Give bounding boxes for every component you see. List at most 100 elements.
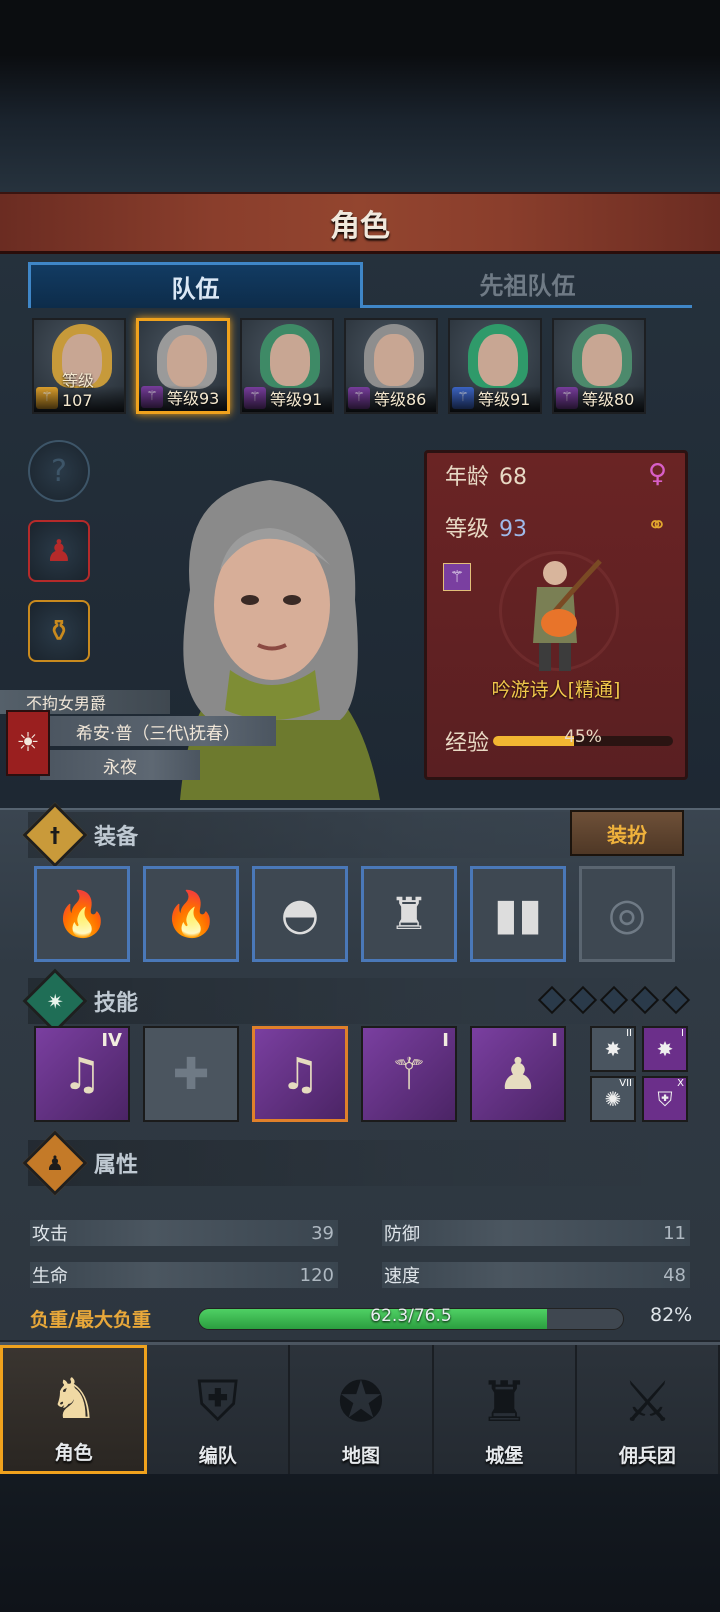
member-level: 等级107 <box>34 371 124 412</box>
hp-stat: 生命 120 <box>30 1262 338 1288</box>
face <box>582 334 622 386</box>
skill-glyph: ♟ <box>498 1048 538 1100</box>
member-level: 等级86 <box>346 386 436 412</box>
face <box>167 335 207 387</box>
speed-value: 48 <box>663 1264 686 1286</box>
skill-glyph: ♫ <box>62 1048 102 1100</box>
skill-glyph: ✚ <box>172 1048 210 1100</box>
passive-frost-vii[interactable]: ✺ VII <box>590 1076 636 1122</box>
lute-weapon-slot[interactable]: 🔥 <box>34 866 130 962</box>
nav-map[interactable]: ✪ 地图 <box>290 1345 434 1474</box>
defense-stat: 防御 11 <box>382 1220 690 1246</box>
song-skill-iv[interactable]: ♫ IV <box>34 1026 130 1122</box>
member-level: 等级93 <box>139 385 227 411</box>
tab-team[interactable]: 队伍 <box>28 262 363 308</box>
page-title: 角色 <box>330 208 390 244</box>
skill-glyph: ♫ <box>280 1048 320 1100</box>
detail-panel: † 装备 装扮 🔥 🔥 ◓ ♜ ▮▮ ◎ ✷ 技能 ♫ IV ✚ ♫ ⚚ I ♟ I ✸ II ✸ I ✺ VII ⛨… <box>0 802 720 1340</box>
nav-formation[interactable]: ⛨ 编队 <box>147 1345 291 1474</box>
attributes-header: ♟ 属性 <box>22 1130 688 1196</box>
help-icon[interactable]: ? <box>28 440 90 502</box>
attack-stat: 攻击 39 <box>30 1220 338 1246</box>
party-buff-skill-i[interactable]: ♟ I <box>470 1026 566 1122</box>
exp-label: 经验 <box>445 731 490 756</box>
exp-percent: 45% <box>564 727 602 747</box>
lute-offhand-slot[interactable]: 🔥 <box>143 866 239 962</box>
passive-rank: I <box>681 1028 684 1039</box>
cross-icon: † <box>22 802 88 868</box>
nav-label: 城堡 <box>485 1445 524 1467</box>
team-member-4[interactable]: ⚚等级91 <box>448 318 542 414</box>
team-member-2[interactable]: ⚚等级91 <box>240 318 334 414</box>
load-percent: 82% <box>650 1304 693 1326</box>
nav-castle[interactable]: ♜ 城堡 <box>434 1345 577 1474</box>
potion-icon[interactable]: ⚱ <box>28 600 90 662</box>
nav-icon: ♞ <box>48 1367 99 1432</box>
bust-icon[interactable]: ♟ <box>28 520 90 582</box>
skills-title: 技能 <box>94 991 139 1016</box>
passive-rank: X <box>677 1078 684 1089</box>
name-plate: 不拘女男爵 希安·普（三代\抚春） 永夜 ☀ <box>0 690 290 802</box>
skill-rank: I <box>551 1030 558 1051</box>
passive-rank: VII <box>619 1078 632 1089</box>
character-info-card: 年龄 68 ♀ 等级 93 ⚭ ⚚ 吟游诗人[精通] 经验 45% <box>424 450 688 780</box>
team-tabs: 队伍 先祖队伍 <box>28 262 692 308</box>
house-name: 永夜 <box>40 750 200 780</box>
skill-glyph: ⚚ <box>389 1048 429 1100</box>
team-roster: ⚚等级107⚚等级93⚚等级91⚚等级86⚚等级91⚚等级80 <box>32 318 692 414</box>
nav-icon: ⛨ <box>196 1369 239 1434</box>
nav-character[interactable]: ♞ 角色 <box>0 1345 148 1474</box>
equipment-title: 装备 <box>94 825 139 850</box>
team-member-0[interactable]: ⚚等级107 <box>32 318 126 414</box>
team-member-3[interactable]: ⚚等级86 <box>344 318 438 414</box>
passive-burst-i[interactable]: ✸ I <box>642 1026 688 1072</box>
armor-slot[interactable]: ♜ <box>361 866 457 962</box>
bottom-nav: ♞ 角色 ⛨ 编队 ✪ 地图 ♜ 城堡 ⚔ 佣兵团 <box>0 1342 720 1474</box>
rings-icon[interactable]: ⚭ <box>647 511 667 539</box>
level-label: 等级 <box>445 517 490 542</box>
female-icon: ♀ <box>647 459 667 489</box>
game-screen: 角色 队伍 先祖队伍 ⚚等级107⚚等级93⚚等级91⚚等级86⚚等级91⚚等级… <box>0 0 720 1612</box>
hp-value: 120 <box>299 1264 334 1286</box>
member-level: 等级80 <box>554 386 644 412</box>
passive-burst-ii[interactable]: ✸ II <box>590 1026 636 1072</box>
tab-ancestor-team[interactable]: 先祖队伍 <box>363 262 692 308</box>
member-level: 等级91 <box>450 386 540 412</box>
passive-shield-x[interactable]: ⛨ X <box>642 1076 688 1122</box>
staff-skill-i[interactable]: ⚚ I <box>361 1026 457 1122</box>
nav-mercenaries[interactable]: ⚔ 佣兵团 <box>577 1345 720 1474</box>
attributes-title: 属性 <box>94 1153 139 1178</box>
ring-slot[interactable]: ◎ <box>579 866 675 962</box>
level-value: 93 <box>499 517 528 542</box>
hood-slot[interactable]: ◓ <box>252 866 348 962</box>
speed-stat: 速度 48 <box>382 1262 690 1288</box>
bard-figure <box>533 559 602 671</box>
title-bar: 角色 <box>0 192 720 254</box>
team-member-1[interactable]: ⚚等级93 <box>136 318 230 414</box>
sun-banner-icon: ☀ <box>6 710 50 776</box>
passive-glyph: ✸ <box>604 1037 622 1061</box>
age-value: 68 <box>499 465 528 490</box>
level-row: 等级 93 <box>445 511 527 543</box>
face <box>270 334 310 386</box>
passive-glyph: ✸ <box>656 1037 674 1061</box>
face <box>478 334 518 386</box>
character-name: 希安·普（三代\抚春） <box>40 716 276 746</box>
passive-glyph: ⛨ <box>657 1087 673 1111</box>
passive-rank: II <box>626 1028 632 1039</box>
nav-icon: ⚔ <box>622 1370 673 1435</box>
boots-slot[interactable]: ▮▮ <box>470 866 566 962</box>
age-row: 年龄 68 <box>445 459 527 491</box>
crystal-song-skill[interactable]: ♫ <box>252 1026 348 1122</box>
skill-rank: IV <box>101 1030 122 1051</box>
team-member-5[interactable]: ⚚等级80 <box>552 318 646 414</box>
empty-skill-slot[interactable]: ✚ <box>143 1026 239 1122</box>
star-icon: ✷ <box>22 968 88 1034</box>
defense-value: 11 <box>663 1222 686 1244</box>
hp-label: 生命 <box>32 1266 68 1287</box>
age-label: 年龄 <box>445 465 490 490</box>
dress-button[interactable]: 装扮 <box>570 810 684 856</box>
speed-label: 速度 <box>384 1266 420 1287</box>
passive-glyph: ✺ <box>604 1087 622 1111</box>
nav-label: 角色 <box>54 1442 93 1464</box>
